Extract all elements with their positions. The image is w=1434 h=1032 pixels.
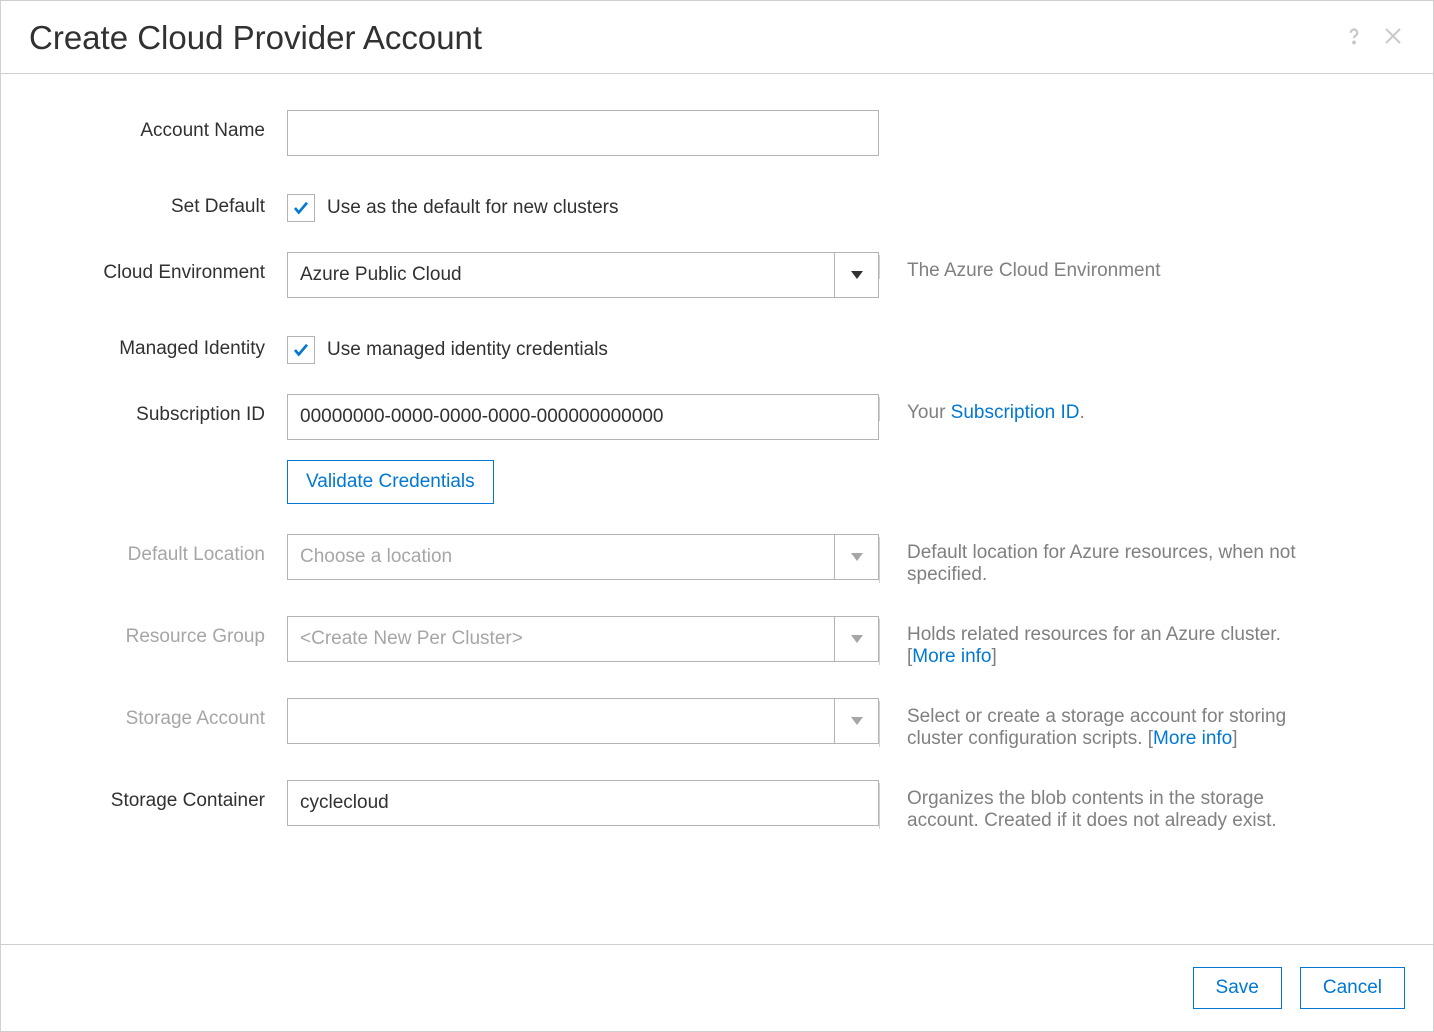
account-name-input[interactable] bbox=[287, 110, 879, 156]
help-resource-group: Holds related resources for an Azure clu… bbox=[879, 616, 1329, 668]
dialog: Create Cloud Provider Account Account Na… bbox=[0, 0, 1434, 1032]
chevron-down-icon bbox=[834, 535, 878, 579]
resource-group-select[interactable]: <Create New Per Cluster> bbox=[287, 616, 879, 662]
dialog-header: Create Cloud Provider Account bbox=[1, 1, 1433, 74]
control-validate: Validate Credentials bbox=[287, 460, 879, 504]
storage-container-input[interactable] bbox=[287, 780, 879, 826]
resource-group-value: <Create New Per Cluster> bbox=[288, 628, 834, 650]
set-default-checkbox-label: Use as the default for new clusters bbox=[327, 197, 618, 219]
label-storage-container: Storage Container bbox=[29, 780, 287, 812]
save-button[interactable]: Save bbox=[1193, 967, 1282, 1009]
control-subscription-id bbox=[287, 394, 879, 440]
control-default-location: Choose a location bbox=[287, 534, 879, 580]
label-cloud-environment: Cloud Environment bbox=[29, 252, 287, 284]
cancel-button[interactable]: Cancel bbox=[1300, 967, 1405, 1009]
row-account-name: Account Name bbox=[29, 110, 1405, 156]
help-subscription-id-suffix: . bbox=[1080, 402, 1085, 423]
row-default-location: Default Location Choose a location Defau… bbox=[29, 534, 1405, 586]
help-resource-group-suffix: ] bbox=[991, 646, 996, 667]
dialog-title: Create Cloud Provider Account bbox=[29, 19, 482, 57]
subscription-id-link[interactable]: Subscription ID bbox=[951, 402, 1080, 423]
control-cloud-environment: Azure Public Cloud bbox=[287, 252, 879, 298]
help-storage-account-suffix: ] bbox=[1232, 728, 1237, 749]
validate-credentials-button[interactable]: Validate Credentials bbox=[287, 460, 494, 504]
label-resource-group: Resource Group bbox=[29, 616, 287, 648]
control-storage-container bbox=[287, 780, 879, 826]
row-resource-group: Resource Group <Create New Per Cluster> … bbox=[29, 616, 1405, 668]
help-storage-container: Organizes the blob contents in the stora… bbox=[879, 780, 1329, 832]
set-default-checkbox-row: Use as the default for new clusters bbox=[287, 186, 879, 222]
cloud-environment-select[interactable]: Azure Public Cloud bbox=[287, 252, 879, 298]
label-set-default: Set Default bbox=[29, 186, 287, 218]
dialog-body: Account Name Set Default Use as the defa… bbox=[1, 74, 1433, 944]
resource-group-more-info-link[interactable]: More info bbox=[912, 646, 991, 667]
managed-identity-checkbox-row: Use managed identity credentials bbox=[287, 328, 879, 364]
label-subscription-id: Subscription ID bbox=[29, 394, 287, 426]
row-set-default: Set Default Use as the default for new c… bbox=[29, 186, 1405, 222]
header-actions bbox=[1341, 23, 1405, 54]
label-account-name: Account Name bbox=[29, 110, 287, 142]
control-resource-group: <Create New Per Cluster> bbox=[287, 616, 879, 662]
control-storage-account bbox=[287, 698, 879, 744]
label-managed-identity: Managed Identity bbox=[29, 328, 287, 360]
row-cloud-environment: Cloud Environment Azure Public Cloud The… bbox=[29, 252, 1405, 298]
cloud-environment-value: Azure Public Cloud bbox=[288, 264, 834, 286]
row-managed-identity: Managed Identity Use managed identity cr… bbox=[29, 328, 1405, 364]
subscription-id-input[interactable] bbox=[287, 394, 879, 440]
control-set-default: Use as the default for new clusters bbox=[287, 186, 879, 222]
label-default-location: Default Location bbox=[29, 534, 287, 566]
managed-identity-checkbox-label: Use managed identity credentials bbox=[327, 339, 608, 361]
default-location-value: Choose a location bbox=[288, 546, 834, 568]
row-validate: Validate Credentials bbox=[29, 460, 1405, 504]
storage-account-more-info-link[interactable]: More info bbox=[1153, 728, 1232, 749]
chevron-down-icon bbox=[834, 253, 878, 297]
managed-identity-checkbox[interactable] bbox=[287, 336, 315, 364]
help-cloud-environment: The Azure Cloud Environment bbox=[879, 252, 1329, 282]
row-subscription-id: Subscription ID Your Subscription ID. bbox=[29, 394, 1405, 440]
set-default-checkbox[interactable] bbox=[287, 194, 315, 222]
control-account-name bbox=[287, 110, 879, 156]
control-managed-identity: Use managed identity credentials bbox=[287, 328, 879, 364]
chevron-down-icon bbox=[834, 617, 878, 661]
row-storage-account: Storage Account Select or create a stora… bbox=[29, 698, 1405, 750]
help-subscription-id-prefix: Your bbox=[907, 402, 951, 423]
row-storage-container: Storage Container Organizes the blob con… bbox=[29, 780, 1405, 832]
close-icon[interactable] bbox=[1381, 24, 1405, 53]
chevron-down-icon bbox=[834, 699, 878, 743]
dialog-footer: Save Cancel bbox=[1, 944, 1433, 1031]
label-storage-account: Storage Account bbox=[29, 698, 287, 730]
help-storage-account: Select or create a storage account for s… bbox=[879, 698, 1329, 750]
help-default-location: Default location for Azure resources, wh… bbox=[879, 534, 1329, 586]
help-subscription-id: Your Subscription ID. bbox=[879, 394, 1329, 424]
help-icon[interactable] bbox=[1341, 23, 1367, 54]
label-validate-spacer bbox=[29, 460, 287, 470]
storage-account-select[interactable] bbox=[287, 698, 879, 744]
default-location-select[interactable]: Choose a location bbox=[287, 534, 879, 580]
